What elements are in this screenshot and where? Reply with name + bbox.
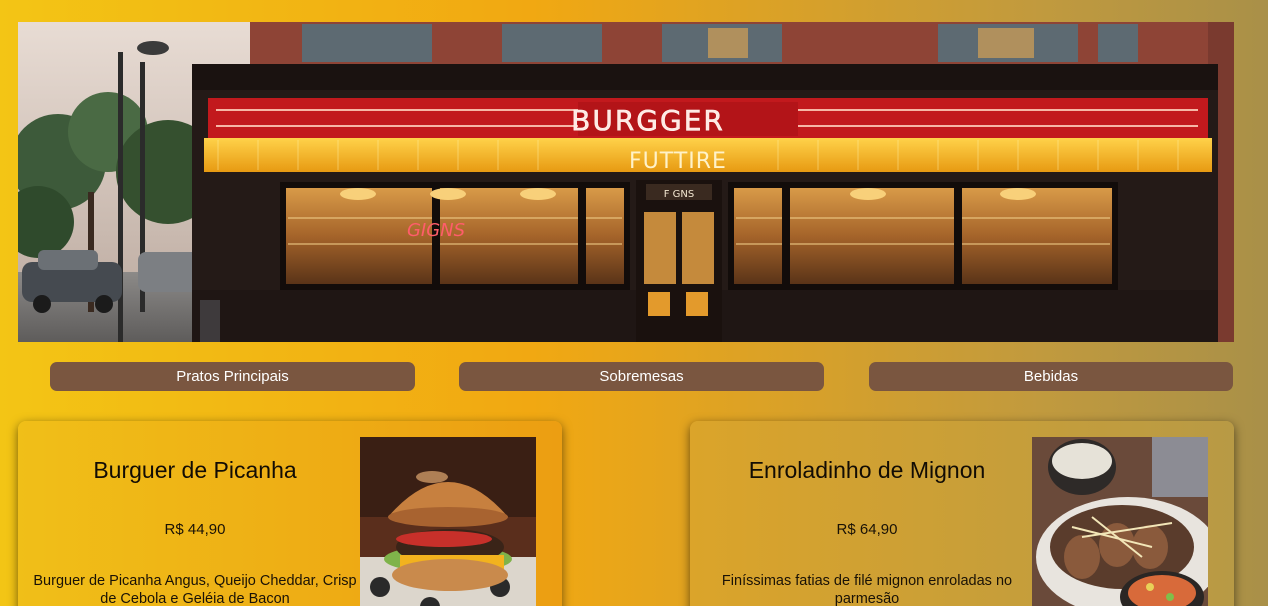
hero-banner-image: BURGGER FUTTIRE GIGNS F GNS: [18, 22, 1234, 342]
nav-button-sobremesas[interactable]: Sobremesas: [459, 362, 824, 391]
menu-item-price: R$ 64,90: [836, 521, 898, 538]
menu-item-title: Burguer de Picanha: [93, 457, 297, 483]
menu-item-description: Finíssimas fatias de filé mignon enrolad…: [721, 573, 1013, 606]
nav-button-pratos-principais[interactable]: Pratos Principais: [50, 362, 415, 391]
door-sign-text: F GNS: [664, 189, 695, 200]
menu-item-title: Enroladinho de Mignon: [748, 457, 986, 483]
storefront-illustration: BURGGER FUTTIRE GIGNS F GNS: [18, 22, 1234, 342]
sign-main-text: BURGGER: [571, 104, 725, 137]
sign-sub-text: FUTTIRE: [629, 149, 727, 174]
nav-button-bebidas[interactable]: Bebidas: [869, 362, 1233, 391]
menu-item-price: R$ 44,90: [164, 521, 226, 538]
menu-item-description: Burguer de Picanha Angus, Queijo Cheddar…: [33, 573, 357, 606]
menu-item-card[interactable]: Burguer de Picanha R$ 44,90 Burguer de P…: [18, 421, 562, 606]
window-neon-text: GIGNS: [407, 220, 465, 241]
burger-photo: [360, 437, 536, 606]
menu-item-card[interactable]: Enroladinho de Mignon R$ 64,90 Finíssima…: [690, 421, 1234, 606]
mignon-dish-photo: [1032, 437, 1208, 606]
category-nav: Pratos Principais Sobremesas Bebidas: [0, 362, 1268, 391]
